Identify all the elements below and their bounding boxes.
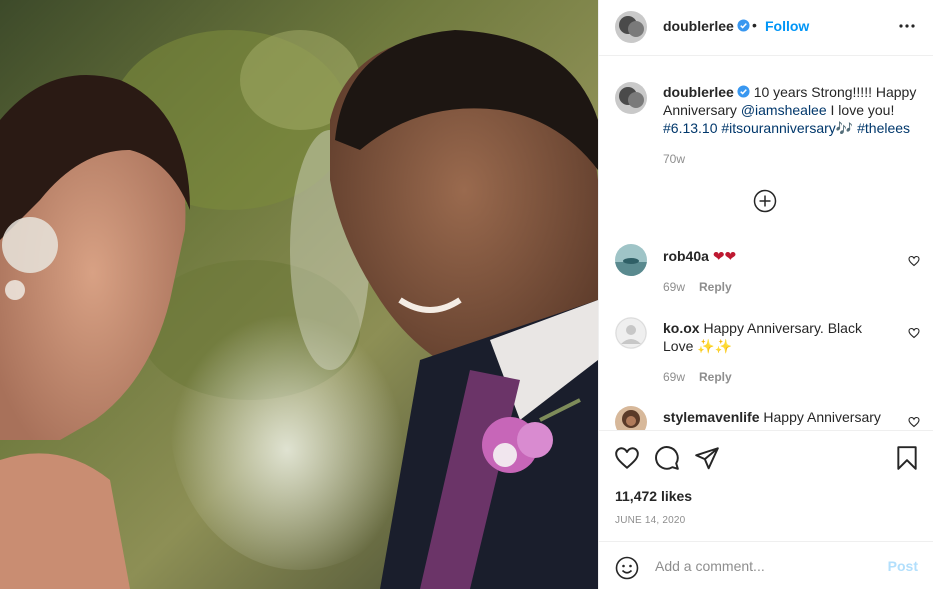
comment-timestamp[interactable]: 69w [663, 370, 685, 384]
caption-mention-link[interactable]: @iamshealee [741, 102, 827, 118]
bookmark-icon[interactable] [894, 445, 920, 471]
post-caption: doublerlee 10 years Strong!!!!! Happy An… [663, 83, 919, 137]
comment-input[interactable] [655, 555, 885, 577]
comments-section[interactable]: doublerlee 10 years Strong!!!!! Happy An… [599, 57, 933, 430]
commenter-username[interactable]: rob40a [663, 248, 709, 264]
wedding-photo-illustration [0, 0, 598, 589]
reply-button[interactable]: Reply [699, 280, 732, 294]
reply-button[interactable]: Reply [699, 370, 732, 384]
load-more-comments-icon[interactable] [753, 189, 777, 213]
post-date[interactable]: JUNE 14, 2020 [615, 515, 685, 526]
commenter-username[interactable]: ko.ox [663, 320, 700, 336]
add-comment-bar: Post [599, 541, 933, 589]
verified-badge-icon [737, 85, 750, 98]
verified-badge-icon [737, 19, 750, 32]
author-username[interactable]: doublerlee [663, 18, 750, 34]
author-avatar[interactable] [615, 11, 647, 43]
post-actions: 11,472 likes JUNE 14, 2020 [599, 430, 933, 540]
like-comment-heart-icon[interactable] [908, 416, 920, 428]
more-options-icon[interactable] [898, 16, 916, 36]
comment-text: rob40a ❤❤ [663, 247, 895, 265]
post-photo[interactable] [0, 0, 598, 589]
commenter-avatar[interactable] [615, 317, 647, 349]
caption-text-after: I love you! [826, 102, 895, 118]
hashtag-link[interactable]: #itsouranniversary [721, 120, 835, 136]
post-header: doublerlee • Follow [599, 0, 933, 56]
like-comment-heart-icon[interactable] [908, 255, 920, 267]
share-icon[interactable] [694, 445, 720, 471]
commenter-avatar[interactable] [615, 406, 647, 430]
commenter-username[interactable]: stylemavenlife [663, 409, 760, 425]
hashtag-link[interactable]: #6.13.10 [663, 120, 718, 136]
commenter-avatar[interactable] [615, 244, 647, 276]
comment-body: ❤❤ [712, 248, 737, 264]
caption-timestamp[interactable]: 70w [663, 152, 685, 166]
caption-avatar[interactable] [615, 82, 647, 114]
emoji-icon[interactable] [615, 556, 639, 580]
heart-outline-icon[interactable] [614, 445, 640, 471]
like-comment-heart-icon[interactable] [908, 327, 920, 339]
post-details-pane: doublerlee • Follow doublerlee 10 years … [598, 0, 933, 589]
author-username-text[interactable]: doublerlee [663, 18, 734, 34]
likes-count[interactable]: 11,472 likes [615, 488, 692, 504]
hashtag-link[interactable]: #thelees [857, 120, 910, 136]
caption-username[interactable]: doublerlee [663, 84, 734, 100]
comment-body: Happy Anniversary [763, 409, 881, 425]
post-comment-button[interactable]: Post [888, 558, 918, 574]
follow-button[interactable]: Follow [765, 18, 809, 34]
comment-text: ko.ox Happy Anniversary. Black Love ✨✨ [663, 319, 895, 355]
comment-meta: 69w Reply [663, 370, 732, 384]
comment-timestamp[interactable]: 69w [663, 280, 685, 294]
music-emoji: 🎶 [835, 120, 854, 136]
separator-dot: • [752, 17, 757, 33]
comment-meta: 69w Reply [663, 280, 732, 294]
comment-text: stylemavenlife Happy Anniversary [663, 408, 895, 426]
instagram-post: doublerlee • Follow doublerlee 10 years … [0, 0, 933, 589]
comment-icon[interactable] [654, 445, 680, 471]
